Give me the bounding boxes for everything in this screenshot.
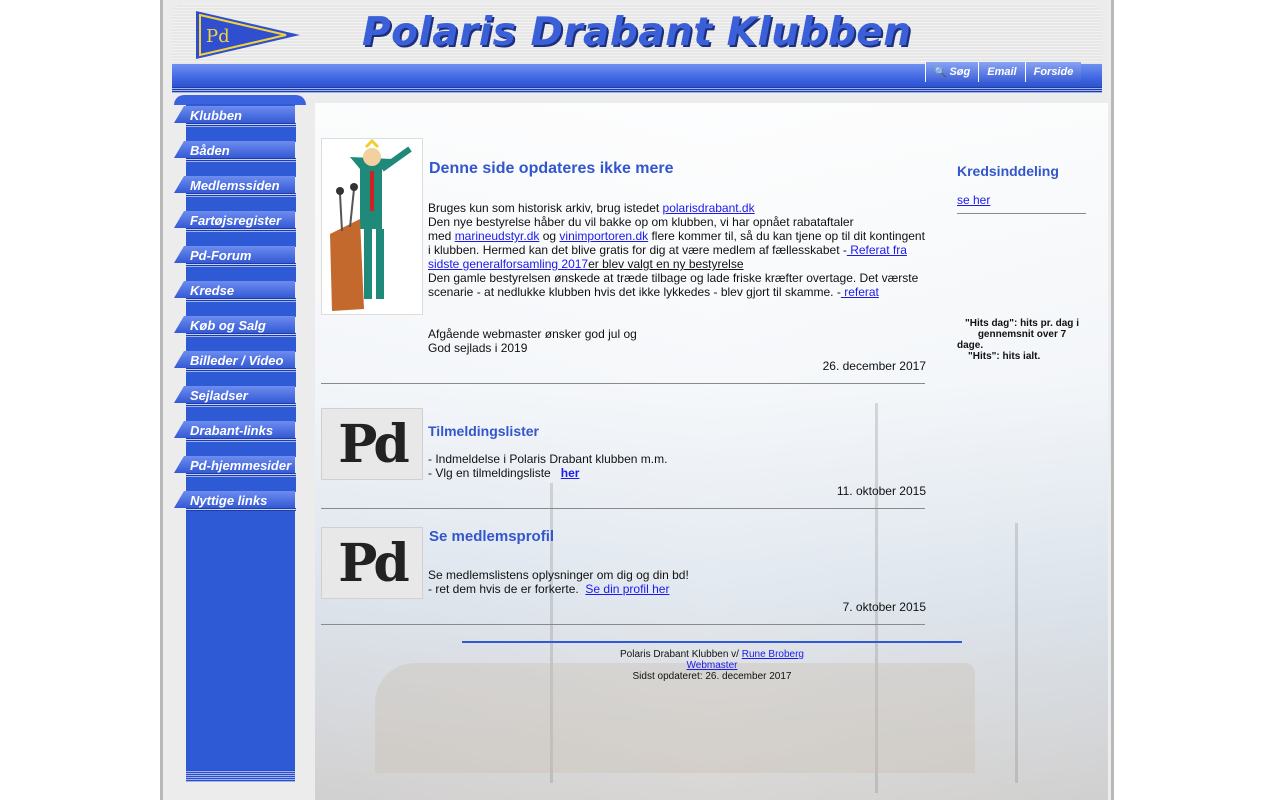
news-text: - Vlg en tilmeldingsliste <box>428 466 561 480</box>
sidebar-item-label: Drabant-links <box>190 423 274 438</box>
sidebar-item-label: Pd-Forum <box>190 248 252 263</box>
sidebar-item-drabant-links[interactable]: Drabant-links <box>174 421 296 457</box>
news-text: Den gamle bestyrelsen ønskede at træde t… <box>428 271 919 285</box>
news-divider-1 <box>321 383 925 384</box>
sidebar-item-fartoejsregister[interactable]: Fartøjsregister <box>174 211 296 247</box>
news-text: - ret dem hvis de er forkerte. <box>428 582 586 596</box>
news-date-1: 26. december 2017 <box>822 359 926 373</box>
news-divider-3 <box>321 624 925 625</box>
news-text: med <box>428 229 455 243</box>
pd-logo-image: Pd <box>321 527 423 599</box>
link-marineudstyr[interactable]: marineudstyr.dk <box>455 229 540 243</box>
sidebar-bottom <box>186 770 295 782</box>
pd-logo-image: Pd <box>321 408 423 480</box>
search-icon: 🔍 <box>934 66 947 78</box>
link-referat-generalforsamling-2[interactable]: sidste generalforsamling 2017 <box>428 257 588 271</box>
news-text: og <box>539 229 560 243</box>
sidebar-item-kredse[interactable]: Kredse <box>174 281 296 317</box>
footer-link-rune-broberg[interactable]: Rune Broberg <box>742 649 804 660</box>
search-button-label: Søg <box>949 66 971 78</box>
sidebar-item-label: Kredse <box>190 283 235 298</box>
news-date-3: 7. oktober 2015 <box>842 600 926 614</box>
sidebar-item-label: Køb og Salg <box>190 318 266 333</box>
sidebar-item-label: Billeder / Video <box>190 353 284 368</box>
footer-last-updated: Sidst opdateret: 26. december 2017 <box>632 671 792 682</box>
pennant-logo-text: Pd <box>206 26 230 47</box>
link-polarisdrabant[interactable]: polarisdrabant.dk <box>663 201 755 215</box>
hits-line: "Hits dag": hits pr. dag i <box>965 318 1079 329</box>
news-text: Bruges kun som historisk arkiv, brug ist… <box>428 201 663 215</box>
sidebar-item-label: Pd-hjemmesider <box>190 458 292 473</box>
sidebar-item-label: Klubben <box>190 108 242 123</box>
sidebar-item-label: Fartøjsregister <box>190 213 282 228</box>
link-referat[interactable]: referat <box>841 285 879 299</box>
link-vinimportoren[interactable]: vinimportoren.dk <box>559 229 648 243</box>
kredsinddeling-title: Kredsinddeling <box>957 163 1059 179</box>
news-divider-2 <box>321 508 925 509</box>
footer-text: Polaris Drabant Klubben v/ <box>620 649 742 660</box>
email-button-label: Email <box>987 66 1017 78</box>
hits-line: gennemsnit over 7 <box>977 329 1067 340</box>
sidebar-item-label: Båden <box>190 143 230 158</box>
sidebar-item-billeder-video[interactable]: Billeder / Video <box>174 351 296 387</box>
news-body-2: - Indmeldelse i Polaris Drabant klubben … <box>428 452 667 480</box>
news-title-3: Se medlemsprofil <box>429 528 555 545</box>
sidebar-item-baaden[interactable]: Båden <box>174 141 296 177</box>
hits-line: dage. <box>957 340 984 351</box>
sidebar-item-klubben[interactable]: Klubben <box>174 106 296 142</box>
footer: Polaris Drabant Klubben v/ Rune Broberg … <box>462 649 962 682</box>
home-button-label: Forside <box>1033 66 1074 78</box>
news-text: scenarie - at nedlukke klubben hvis det … <box>428 285 841 299</box>
hits-explanation: "Hits dag": hits pr. dag i gennemsnit ov… <box>957 318 1087 362</box>
club-pennant-logo[interactable]: Pd <box>196 11 300 59</box>
sidebar-item-nyttige-links[interactable]: Nyttige links <box>174 491 296 526</box>
news-text: i klubben. Hermed kan det blive gratis f… <box>428 243 847 257</box>
sidebar-item-label: Nyttige links <box>190 493 268 508</box>
page-frame-right <box>1111 0 1114 800</box>
greeting-line-1: Afgående webmaster ønsker god jul og <box>428 327 637 341</box>
news-text: - Indmeldelse i Polaris Drabant klubben … <box>428 452 668 466</box>
sidebar-item-medlemssiden[interactable]: Medlemssiden <box>174 176 296 212</box>
navbar-stripe <box>172 87 1102 93</box>
news-date-2: 11. oktober 2015 <box>836 484 926 498</box>
footer-link-webmaster[interactable]: Webmaster <box>687 660 738 671</box>
pd-logo-text: Pd <box>338 413 409 475</box>
news-body-3: Se medlemslistens oplysninger om dig og … <box>428 568 689 596</box>
news-body-1: Bruges kun som historisk arkiv, brug ist… <box>428 201 928 299</box>
news-text: Se medlemslistens oplysninger om dig og … <box>428 568 689 582</box>
sidebar-item-sejladser[interactable]: Sejladser <box>174 386 296 422</box>
sidebar-item-label: Medlemssiden <box>190 178 280 193</box>
site-title: Polaris Drabant Klubben <box>362 10 912 55</box>
speaker-illustration <box>321 138 423 315</box>
news-text: Den nye bestyrelse håber du vil bakke op… <box>428 215 854 229</box>
sidebar-item-koeb-og-salg[interactable]: Køb og Salg <box>174 316 296 352</box>
pd-logo-text: Pd <box>338 532 409 594</box>
link-se-din-profil[interactable]: Se din profil her <box>585 582 669 596</box>
hits-line: "Hits": hits ialt. <box>968 351 1041 362</box>
top-buttons: 🔍 Søg Email Forside <box>925 62 1082 82</box>
greeting-line-2: God sejlads i 2019 <box>428 341 528 355</box>
right-divider <box>957 213 1086 214</box>
footer-divider <box>462 641 962 643</box>
search-button[interactable]: 🔍 Søg <box>925 62 979 82</box>
sidebar-item-label: Sejladser <box>190 388 248 403</box>
link-tilmelding-her[interactable]: her <box>561 466 580 480</box>
news-text: flere kommer til, så du kan tjene op til… <box>648 229 925 243</box>
home-button[interactable]: Forside <box>1024 62 1082 82</box>
kredsinddeling-link[interactable]: se her <box>957 193 990 207</box>
news-title-2: Tilmeldingslister <box>428 423 539 439</box>
link-ny-bestyrelse[interactable]: er blev valgt en ny bestyrelse <box>588 257 743 271</box>
link-referat-generalforsamling[interactable]: Referat fra <box>847 243 907 257</box>
news-title-1: Denne side opdateres ikke mere <box>429 160 674 177</box>
email-button[interactable]: Email <box>978 62 1025 82</box>
sidebar-item-pd-forum[interactable]: Pd-Forum <box>174 246 296 282</box>
sidebar-item-pd-hjemmesider[interactable]: Pd-hjemmesider <box>174 456 296 492</box>
news-greeting: Afgående webmaster ønsker god jul og God… <box>428 327 637 355</box>
